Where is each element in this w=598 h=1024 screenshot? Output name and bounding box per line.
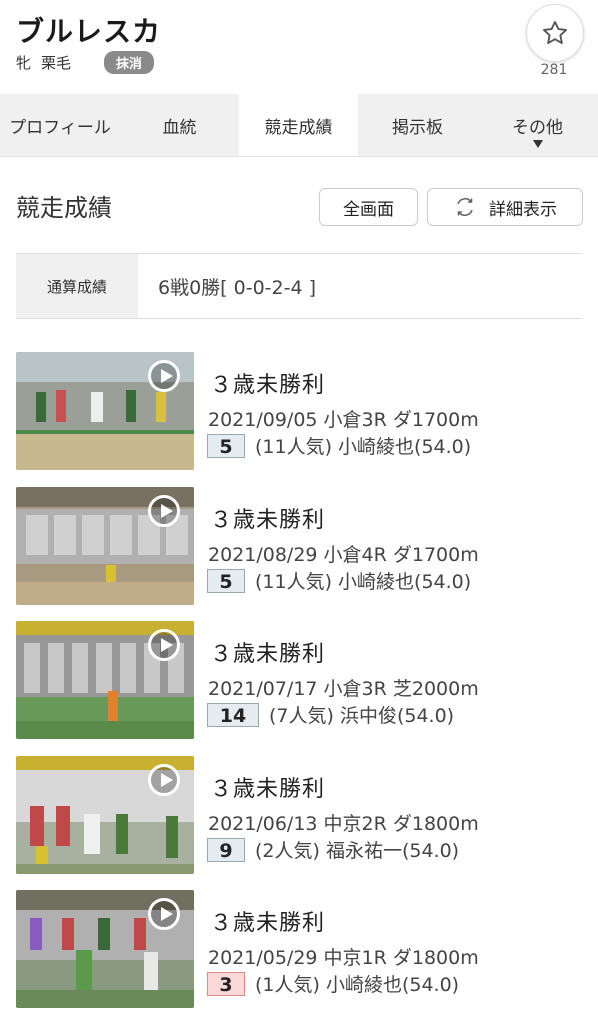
race-info: 2021/05/29 中京1R ダ1800m [208, 947, 479, 969]
finish-rank: 3 [207, 971, 245, 996]
race-name: ３歳未勝利 [210, 911, 326, 936]
star-icon [542, 20, 568, 44]
fullscreen-button[interactable]: 全画面 [319, 188, 418, 226]
race-result: 9 (2人気) 福永祐一(54.0) [207, 836, 459, 863]
race-result: 5 (11人気) 小崎綾也(54.0) [207, 432, 471, 459]
tab-bar: プロフィール 血統 競走成績 掲示板 その他 [0, 94, 598, 157]
race-item[interactable]: ３歳未勝利 2021/07/17 小倉3R 芝2000m 14 (7人気) 浜中… [0, 619, 598, 739]
tab-profile[interactable]: プロフィール [0, 94, 120, 156]
race-name: ３歳未勝利 [210, 508, 326, 533]
horse-name: ブルレスカ [16, 15, 162, 48]
summary-value: 6戦0勝[ 0-0-2-4 ] [158, 276, 317, 299]
popularity-jockey: (2人気) 福永祐一(54.0) [255, 840, 460, 862]
race-video-thumbnail[interactable] [16, 352, 194, 470]
race-result: 3 (1人気) 小崎綾也(54.0) [207, 970, 459, 997]
caret-down-icon [532, 140, 543, 148]
popularity-jockey: (11人気) 小崎綾也(54.0) [255, 571, 472, 593]
horse-color: 栗毛 [41, 54, 72, 72]
tab-race-results[interactable]: 競走成績 [239, 94, 358, 156]
popularity-jockey: (11人気) 小崎綾也(54.0) [255, 436, 472, 458]
tab-other-label: その他 [512, 117, 563, 138]
play-icon[interactable] [148, 495, 180, 527]
favorite-button[interactable] [526, 4, 584, 62]
race-info: 2021/06/13 中京2R ダ1800m [208, 813, 479, 835]
race-item[interactable]: ３歳未勝利 2021/09/05 小倉3R ダ1700m 5 (11人気) 小崎… [0, 350, 598, 470]
race-video-thumbnail[interactable] [16, 621, 194, 739]
career-summary: 通算成績 6戦0勝[ 0-0-2-4 ] [16, 253, 582, 319]
tab-pedigree[interactable]: 血統 [120, 94, 239, 156]
horse-header: ブルレスカ 牝栗毛 抹消 281 [0, 0, 598, 94]
popularity-jockey: (7人気) 浜中俊(54.0) [269, 705, 455, 727]
finish-rank: 5 [207, 568, 245, 593]
race-video-thumbnail[interactable] [16, 890, 194, 1008]
race-info: 2021/07/17 小倉3R 芝2000m [208, 678, 479, 700]
play-icon[interactable] [148, 764, 180, 796]
finish-rank: 9 [207, 837, 245, 862]
horse-meta: 牝栗毛 [16, 52, 81, 73]
race-item[interactable]: ３歳未勝利 2021/06/13 中京2R ダ1800m 9 (2人気) 福永祐… [0, 754, 598, 874]
race-item[interactable]: ３歳未勝利 2021/05/29 中京1R ダ1800m 3 (1人気) 小崎綾… [0, 888, 598, 1008]
summary-label: 通算成績 [16, 254, 138, 318]
race-name: ３歳未勝利 [210, 777, 326, 802]
race-video-thumbnail[interactable] [16, 756, 194, 874]
tab-board[interactable]: 掲示板 [358, 94, 477, 156]
play-icon[interactable] [148, 898, 180, 930]
race-info: 2021/08/29 小倉4R ダ1700m [208, 544, 479, 566]
play-icon[interactable] [148, 629, 180, 661]
favorite-count: 281 [540, 62, 568, 78]
race-name: ３歳未勝利 [210, 373, 326, 398]
finish-rank: 5 [207, 433, 245, 458]
tab-other[interactable]: その他 [477, 94, 598, 156]
race-video-thumbnail[interactable] [16, 487, 194, 605]
section-title: 競走成績 [16, 194, 112, 222]
popularity-jockey: (1人気) 小崎綾也(54.0) [255, 974, 460, 996]
race-result: 5 (11人気) 小崎綾也(54.0) [207, 567, 471, 594]
race-info: 2021/09/05 小倉3R ダ1700m [208, 409, 479, 431]
race-result: 14 (7人気) 浜中俊(54.0) [207, 701, 454, 728]
play-icon[interactable] [148, 360, 180, 392]
finish-rank: 14 [207, 702, 259, 727]
status-badge: 抹消 [104, 51, 155, 74]
detail-view-label: 詳細表示 [489, 199, 557, 220]
race-name: ３歳未勝利 [210, 642, 326, 667]
refresh-icon [457, 197, 473, 217]
horse-sex: 牝 [16, 54, 32, 72]
race-item[interactable]: ３歳未勝利 2021/08/29 小倉4R ダ1700m 5 (11人気) 小崎… [0, 485, 598, 605]
detail-view-button[interactable]: 詳細表示 [427, 188, 583, 226]
